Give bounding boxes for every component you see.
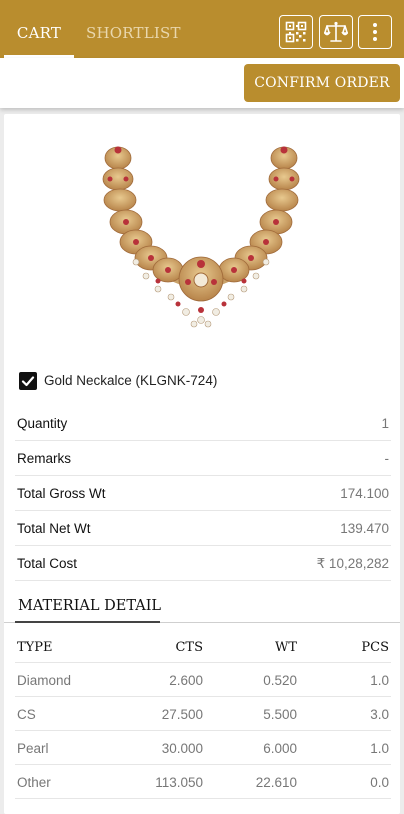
more-options-button[interactable] [358,15,392,49]
table-cell: 5.500 [263,707,297,722]
select-item-checkbox[interactable] [19,372,37,390]
section-underline [15,621,160,623]
table-cell: Diamond [17,673,72,688]
detail-row-gross-wt: Total Gross Wt 174.100 [15,476,391,511]
table-row: CS 27.500 5.500 3.0 [15,697,391,731]
detail-label: Quantity [17,416,68,431]
product-image[interactable] [96,134,306,334]
detail-row-total-cost: Total Cost ₹ 10,28,282 [15,546,391,581]
more-vertical-icon [373,23,377,41]
column-header: CTS [175,640,203,655]
table-cell: 22.610 [255,775,297,790]
detail-value: - [384,451,390,466]
qr-scan-button[interactable] [279,15,313,49]
table-cell: 1.0 [370,741,389,756]
table-cell: 3.0 [370,707,389,722]
app-header: CART SHORTLIST [0,0,404,58]
table-cell: 1.0 [370,673,389,688]
column-header: PCS [361,640,389,655]
table-row: Pearl 30.000 6.000 1.0 [15,731,391,765]
table-cell: 30.000 [161,741,203,756]
compare-button[interactable] [319,15,353,49]
detail-row-remarks: Remarks - [15,441,391,476]
checkmark-icon [21,376,35,387]
column-header: TYPE [17,640,53,655]
column-header: WT [274,640,297,655]
tab-cart-label: CART [16,24,62,42]
detail-label: Total Gross Wt [17,486,106,501]
detail-value: ₹ 10,28,282 [316,556,389,571]
table-cell: CS [17,707,36,722]
material-table-header: TYPE CTS WT PCS [15,629,391,663]
table-cell: Other [17,775,51,790]
detail-row-net-wt: Total Net Wt 139.470 [15,511,391,546]
detail-value: 174.100 [340,486,389,501]
table-cell: 0.0 [370,775,389,790]
tab-shortlist-label: SHORTLIST [86,24,181,42]
table-cell: Pearl [17,741,49,756]
product-name: Gold Neckalce (KLGNK-724) [44,373,218,388]
table-row: Diamond 2.600 0.520 1.0 [15,663,391,697]
material-detail-title: MATERIAL DETAIL [18,598,162,614]
table-cell: 113.050 [155,775,203,790]
table-cell: 27.500 [161,707,203,722]
detail-label: Remarks [17,451,72,466]
table-cell: 2.600 [169,673,203,688]
table-cell: 6.000 [263,741,297,756]
action-bar: CONFIRM ORDER [0,58,404,108]
table-row: Other 113.050 22.610 0.0 [15,765,391,799]
table-cell: 0.520 [263,673,297,688]
detail-label: Total Net Wt [17,521,91,536]
detail-label: Total Cost [17,556,78,571]
scale-icon [324,21,348,42]
tab-shortlist[interactable]: SHORTLIST [86,0,181,58]
cart-item-card: Gold Neckalce (KLGNK-724) Quantity 1 Rem… [4,114,400,814]
detail-value: 1 [381,416,389,431]
detail-value: 139.470 [340,521,389,536]
qr-code-icon [285,21,307,43]
confirm-order-button[interactable]: CONFIRM ORDER [244,64,400,102]
detail-row-quantity: Quantity 1 [15,406,391,441]
tab-cart[interactable]: CART [4,0,74,58]
